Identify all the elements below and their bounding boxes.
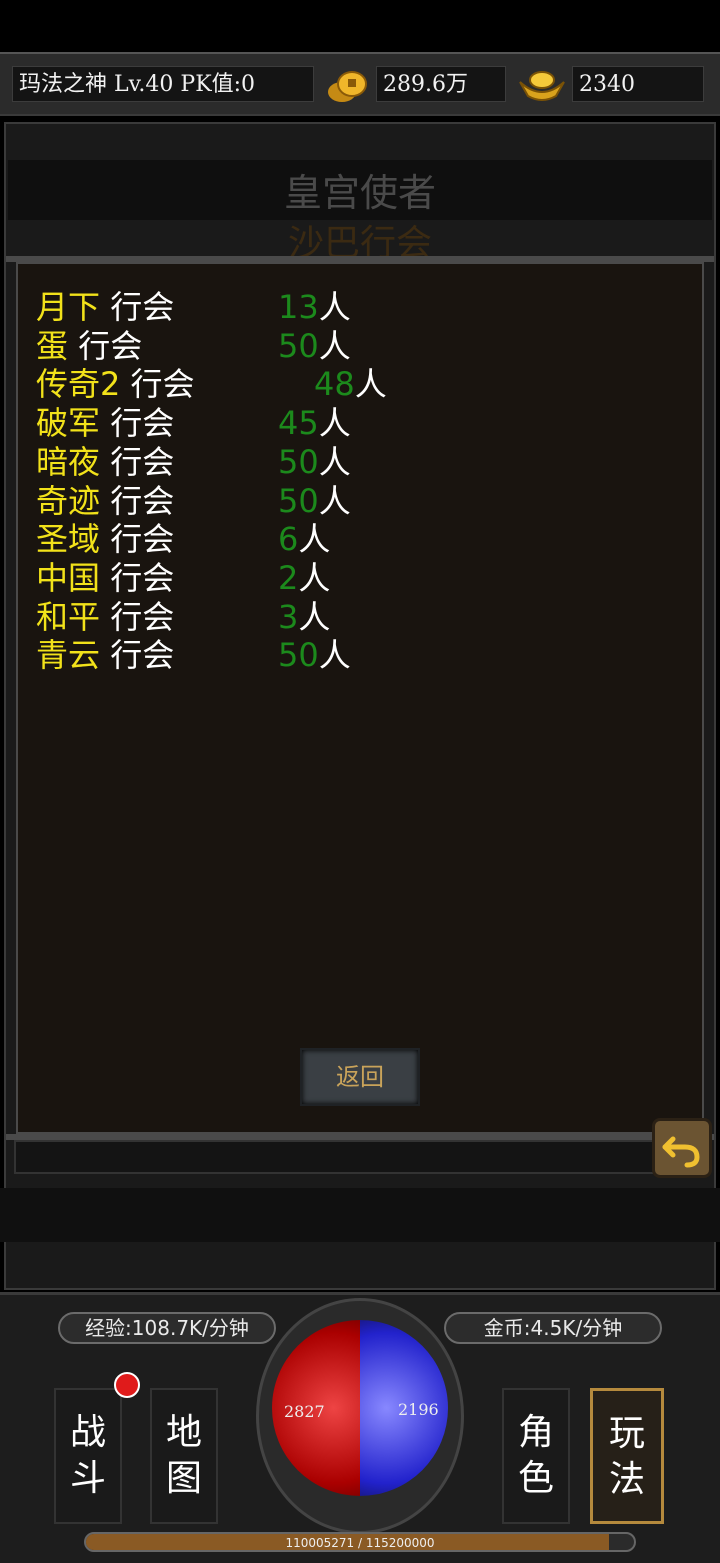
- frame-bottom-strip: [14, 1140, 704, 1174]
- gold-ingot-icon: [519, 71, 565, 101]
- back-button[interactable]: [652, 1118, 712, 1178]
- member-unit: 人: [354, 365, 387, 404]
- member-count: 6人: [278, 520, 330, 558]
- member-unit: 人: [318, 442, 351, 481]
- gold-rate: 金币:4.5K/分钟: [444, 1312, 662, 1344]
- notification-badge: [114, 1372, 140, 1398]
- guild-name: 蛋: [36, 326, 69, 365]
- guild-suffix: 行会: [100, 558, 175, 597]
- exp-progress-text: 110005271 / 115200000: [285, 1536, 435, 1550]
- guild-name: 圣域: [36, 520, 101, 559]
- member-count: 13人: [278, 288, 351, 326]
- gold-amount: 289.6万: [376, 66, 506, 102]
- guild-suffix: 行会: [100, 520, 175, 559]
- guild-name: 青云: [36, 636, 101, 675]
- battle-button[interactable]: 战 斗: [54, 1388, 122, 1524]
- guild-name: 暗夜: [36, 442, 101, 481]
- mp-value: 2196: [398, 1400, 439, 1419]
- guild-row[interactable]: 传奇2 行会 48人: [36, 365, 387, 404]
- guild-suffix: 行会: [120, 365, 195, 404]
- exp-rate: 经验:108.7K/分钟: [58, 1312, 276, 1344]
- member-count: 45人: [278, 404, 351, 442]
- guild-suffix: 行会: [68, 326, 143, 365]
- guild-suffix: 行会: [100, 597, 175, 636]
- guild-suffix: 行会: [100, 404, 175, 443]
- member-count: 50人: [278, 443, 351, 481]
- guild-name: 奇迹: [36, 481, 101, 520]
- gameplay-button[interactable]: 玩 法: [590, 1388, 664, 1524]
- guild-row[interactable]: 月下 行会 13人: [36, 288, 351, 326]
- member-count-value: 50: [278, 326, 319, 365]
- member-count: 2人: [278, 559, 330, 597]
- member-unit: 人: [318, 636, 351, 675]
- member-count: 50人: [278, 327, 351, 365]
- member-unit: 人: [318, 326, 351, 365]
- member-count: 3人: [278, 598, 330, 636]
- member-unit: 人: [318, 288, 351, 326]
- guild-suffix: 行会: [100, 481, 175, 520]
- member-unit: 人: [298, 558, 331, 597]
- gold-coins-icon: [328, 71, 367, 102]
- member-count-value: 6: [278, 520, 299, 559]
- member-count-value: 50: [278, 481, 319, 520]
- guild-row[interactable]: 蛋 行会 50人: [36, 326, 351, 365]
- guild-name: 破军: [36, 404, 101, 443]
- member-unit: 人: [298, 597, 331, 636]
- guild-row[interactable]: 圣域 行会 6人: [36, 520, 330, 559]
- guild-name: 中国: [36, 558, 101, 597]
- guild-row[interactable]: 奇迹 行会 50人: [36, 481, 351, 520]
- guild-suffix: 行会: [100, 636, 175, 675]
- undo-arrow-icon: [662, 1136, 700, 1168]
- guild-row[interactable]: 破军 行会 45人: [36, 404, 351, 443]
- guild-name: 月下: [36, 288, 101, 326]
- guild-row[interactable]: 暗夜 行会 50人: [36, 442, 351, 481]
- member-count-value: 50: [278, 442, 319, 481]
- hp-value: 2827: [284, 1402, 325, 1421]
- member-count-value: 45: [278, 404, 319, 443]
- member-count-value: 2: [278, 558, 299, 597]
- panel-subtitle: 沙巴行会: [287, 223, 432, 256]
- member-count: 50人: [278, 636, 351, 674]
- map-button[interactable]: 地 图: [150, 1388, 218, 1524]
- guild-row[interactable]: 和平 行会 3人: [36, 597, 330, 636]
- member-count-value: 3: [278, 597, 299, 636]
- member-count-value: 48: [314, 365, 355, 404]
- member-count: 48人: [314, 365, 387, 403]
- member-unit: 人: [298, 520, 331, 559]
- return-button[interactable]: 返回: [300, 1048, 420, 1106]
- guild-suffix: 行会: [100, 288, 175, 326]
- character-button[interactable]: 角 色: [502, 1388, 570, 1524]
- member-count-value: 50: [278, 636, 319, 675]
- guild-row[interactable]: 中国 行会 2人: [36, 558, 330, 597]
- ingot-amount: 2340: [572, 66, 704, 102]
- guild-suffix: 行会: [100, 442, 175, 481]
- member-count: 50人: [278, 482, 351, 520]
- npc-title: 皇宫使者: [283, 171, 436, 215]
- guild-row[interactable]: 青云 行会 50人: [36, 636, 351, 675]
- player-info: 玛法之神 Lv.40 PK值:0: [12, 66, 314, 102]
- member-count-value: 13: [278, 288, 319, 326]
- spacer-band: [0, 1188, 720, 1242]
- member-unit: 人: [318, 481, 351, 520]
- guild-name: 和平: [36, 597, 101, 636]
- guild-name: 传奇2: [36, 365, 121, 404]
- member-unit: 人: [318, 404, 351, 443]
